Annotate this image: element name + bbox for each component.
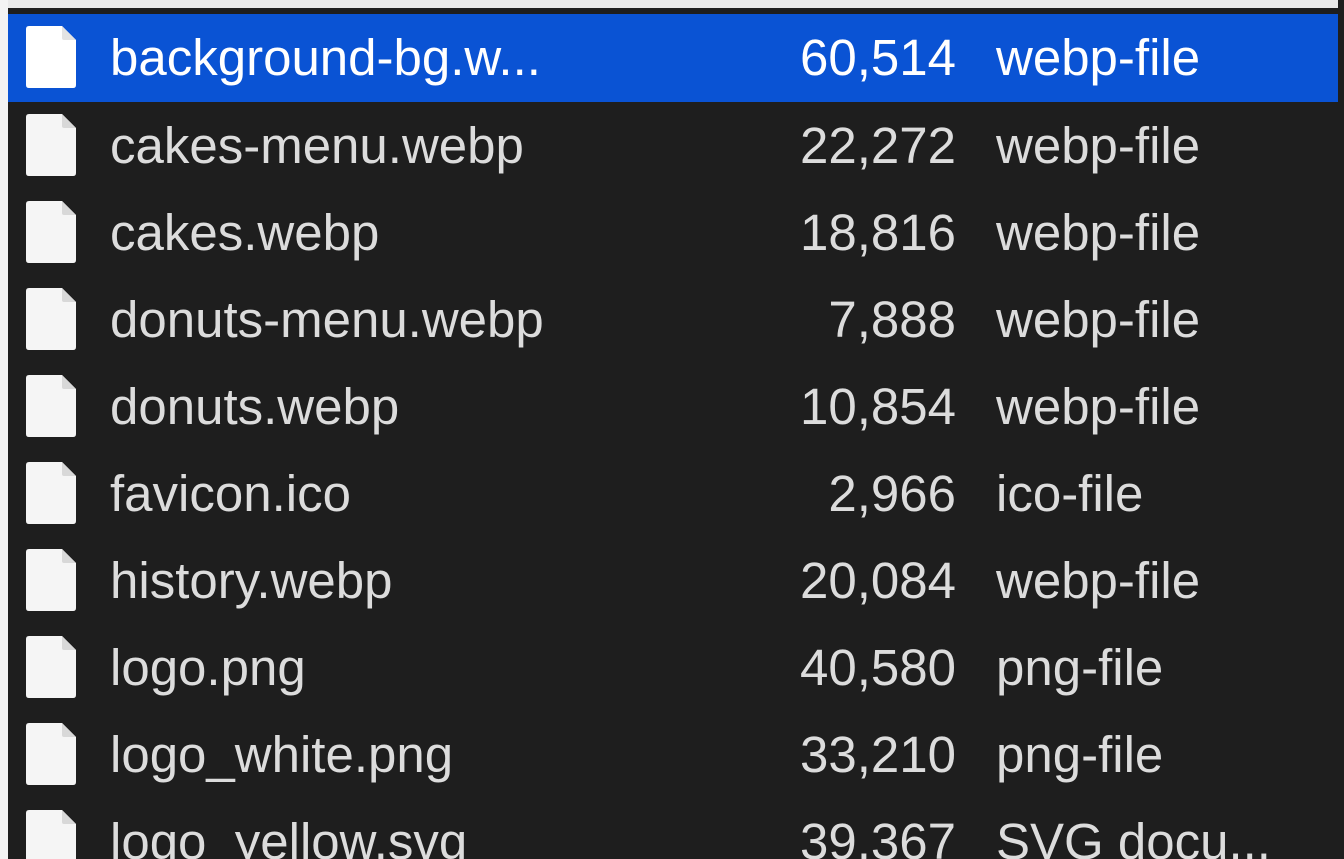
window-top-border (0, 0, 1344, 8)
window-left-border (0, 0, 8, 859)
document-icon (26, 288, 76, 350)
file-size: 2,966 (828, 465, 956, 522)
file-row[interactable]: donuts-menu.webp 7,888 webp-file (8, 276, 1344, 363)
file-name: donuts-menu.webp (110, 291, 544, 348)
file-kind: webp-file (996, 117, 1201, 174)
file-row[interactable]: history.webp 20,084 webp-file (8, 537, 1344, 624)
file-size: 10,854 (800, 378, 956, 435)
file-name: cakes.webp (110, 204, 380, 261)
file-name: logo.png (110, 639, 306, 696)
file-row[interactable]: logo_white.png 33,210 png-file (8, 711, 1344, 798)
file-size: 18,816 (800, 204, 956, 261)
file-row[interactable]: logo.png 40,580 png-file (8, 624, 1344, 711)
file-row[interactable]: logo_yellow.svg 39,367 SVG docu... (8, 798, 1344, 859)
document-icon (26, 26, 76, 88)
file-kind: webp-file (996, 552, 1201, 609)
document-icon (26, 549, 76, 611)
file-kind: webp-file (996, 291, 1201, 348)
finder-file-list-window: background-bg.w... 60,514 webp-file cake… (0, 0, 1344, 859)
file-row[interactable]: favicon.ico 2,966 ico-file (8, 450, 1344, 537)
file-name: background-bg.w... (110, 29, 541, 86)
file-name: cakes-menu.webp (110, 117, 524, 174)
file-size: 33,210 (800, 726, 956, 783)
file-kind: webp-file (996, 378, 1201, 435)
window-right-edge (1338, 0, 1344, 859)
file-kind: png-file (996, 726, 1164, 783)
file-kind: SVG docu... (996, 813, 1271, 859)
document-icon (26, 375, 76, 437)
document-icon (26, 201, 76, 263)
file-size: 22,272 (800, 117, 956, 174)
file-name: logo_yellow.svg (110, 813, 468, 859)
file-kind: webp-file (996, 29, 1201, 86)
file-size: 7,888 (828, 291, 956, 348)
document-icon (26, 462, 76, 524)
file-row[interactable]: cakes.webp 18,816 webp-file (8, 189, 1344, 276)
file-name: favicon.ico (110, 465, 351, 522)
file-size: 40,580 (800, 639, 956, 696)
document-icon (26, 810, 76, 859)
document-icon (26, 636, 76, 698)
file-kind: webp-file (996, 204, 1201, 261)
file-name: history.webp (110, 552, 393, 609)
file-row[interactable]: donuts.webp 10,854 webp-file (8, 363, 1344, 450)
document-icon (26, 114, 76, 176)
file-kind: ico-file (996, 465, 1144, 522)
file-kind: png-file (996, 639, 1164, 696)
file-size: 20,084 (800, 552, 956, 609)
file-name: donuts.webp (110, 378, 400, 435)
file-size: 39,367 (800, 813, 956, 859)
document-icon (26, 723, 76, 785)
file-row[interactable]: cakes-menu.webp 22,272 webp-file (8, 102, 1344, 189)
file-size: 60,514 (800, 29, 956, 86)
file-list: background-bg.w... 60,514 webp-file cake… (8, 14, 1344, 859)
file-name: logo_white.png (110, 726, 454, 783)
file-row[interactable]: background-bg.w... 60,514 webp-file (8, 14, 1344, 102)
